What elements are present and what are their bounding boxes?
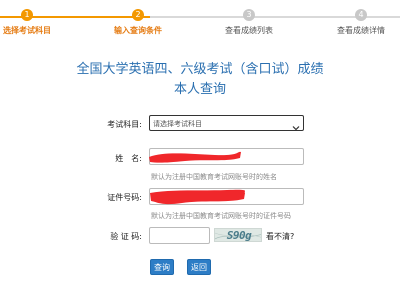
captcha-input[interactable] <box>149 227 210 244</box>
id-hint: 默认为注册中国教育考试网账号时的证件号码 <box>151 212 291 220</box>
step-1-label: 选择考试科目 <box>3 26 51 35</box>
captcha-label: 验 证 码: <box>110 232 142 241</box>
step-1: 1 选择考试科目 <box>0 9 77 36</box>
captcha-text: S90g <box>226 229 252 242</box>
step-3: 3 查看成绩列表 <box>199 9 299 36</box>
name-hint: 默认为注册中国教育考试网账号时的姓名 <box>151 173 277 181</box>
progress-stepper: 1 选择考试科目 2 输入查询条件 3 查看成绩列表 4 查看成绩详情 <box>0 0 400 40</box>
page-title: 全国大学英语四、六级考试（含口试）成绩 <box>76 62 324 77</box>
redaction-mark-name <box>149 151 241 163</box>
back-button[interactable]: 返回 <box>187 259 211 275</box>
captcha-image[interactable]: S90g <box>214 228 262 242</box>
page-subtitle: 本人查询 <box>173 82 226 97</box>
step-4-number: 4 <box>355 9 367 21</box>
step-1-number: 1 <box>21 9 33 21</box>
captcha-refresh-link[interactable]: 看不清? <box>266 231 294 242</box>
step-4: 4 查看成绩详情 <box>311 9 400 36</box>
name-label: 姓 名: <box>115 154 142 163</box>
exam-select-value: 请选择考试科目 <box>153 120 202 128</box>
step-3-number: 3 <box>243 9 255 21</box>
chevron-down-icon <box>292 118 300 137</box>
query-button[interactable]: 查询 <box>150 259 174 275</box>
redaction-mark-id <box>150 189 246 205</box>
exam-label: 考试科目: <box>107 120 142 129</box>
step-3-label: 查看成绩列表 <box>225 26 273 35</box>
exam-select[interactable]: 请选择考试科目 <box>149 115 304 131</box>
step-4-label: 查看成绩详情 <box>337 26 385 35</box>
step-2-number: 2 <box>132 9 144 21</box>
step-2-label: 输入查询条件 <box>114 26 162 35</box>
step-2: 2 输入查询条件 <box>88 9 188 36</box>
id-label: 证件号码: <box>107 193 142 202</box>
